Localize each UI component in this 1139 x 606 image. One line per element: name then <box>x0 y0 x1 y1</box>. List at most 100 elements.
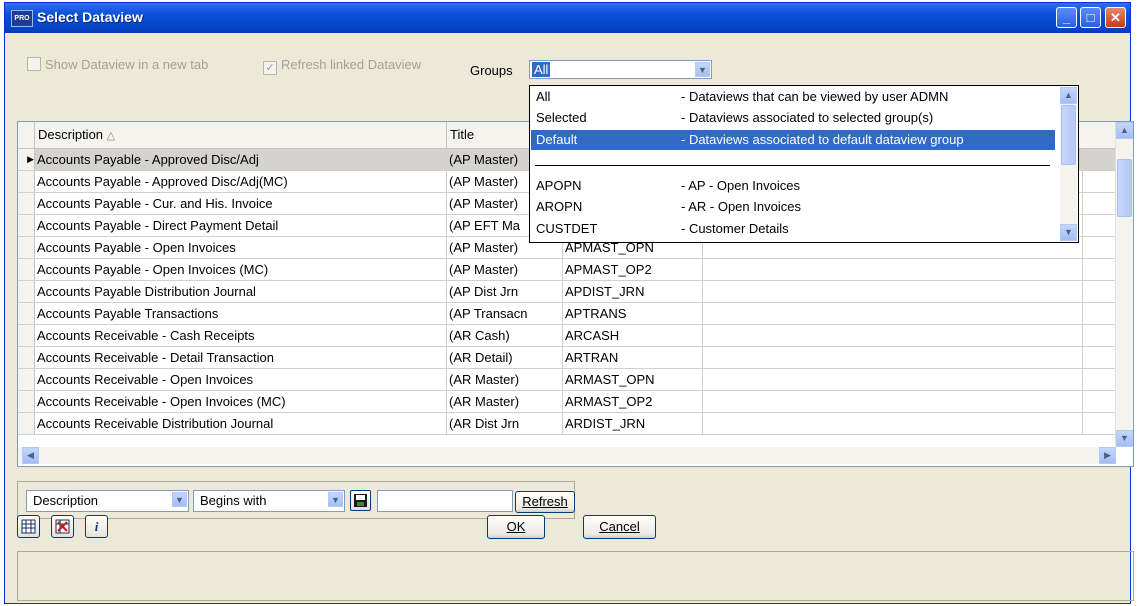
dropdown-item-code: All <box>536 89 551 104</box>
cell-title: (AR Detail) <box>447 347 563 368</box>
scroll-down-icon[interactable]: ▼ <box>1116 430 1133 447</box>
refresh-linked-checkbox[interactable]: ✓ Refresh linked Dataview <box>263 57 421 75</box>
cell-title: (AR Dist Jrn <box>447 413 563 434</box>
maximize-button[interactable]: □ <box>1080 7 1101 28</box>
dropdown-scrollbar[interactable]: ▲ ▼ <box>1060 87 1077 241</box>
cell-extra <box>703 347 1083 368</box>
table-row[interactable]: Accounts Receivable - Open Invoices (MC)… <box>18 391 1116 413</box>
cell-extra <box>703 259 1083 280</box>
dropdown-item-all[interactable]: All - Dataviews that can be viewed by use… <box>531 87 1055 107</box>
grid-horizontal-scrollbar[interactable]: ◀ ▶ <box>18 447 1116 464</box>
scroll-left-icon[interactable]: ◀ <box>22 447 39 464</box>
table-row[interactable]: Accounts Receivable Distribution Journal… <box>18 413 1116 435</box>
close-button[interactable]: ✕ <box>1105 7 1126 28</box>
row-marker <box>18 215 35 236</box>
filter-panel: Description ▼ Begins with ▼ Refresh <box>17 481 575 519</box>
dropdown-item-custdet[interactable]: CUSTDET - Customer Details <box>531 219 1055 239</box>
cell-title: (AR Master) <box>447 391 563 412</box>
table-row[interactable]: Accounts Payable Distribution Journal (AP… <box>18 281 1116 303</box>
cell-description: Accounts Receivable - Open Invoices (MC) <box>35 391 447 412</box>
cell-name: ARDIST_JRN <box>563 413 703 434</box>
cell-description: Accounts Payable Transactions <box>35 303 447 324</box>
dropdown-item-desc: - Customer Details <box>681 221 789 236</box>
dropdown-item-apopn[interactable]: APOPN - AP - Open Invoices <box>531 176 1055 196</box>
dropdown-scroll-thumb[interactable] <box>1061 105 1076 165</box>
cell-extra <box>703 413 1083 434</box>
checkmark-icon: ✓ <box>263 61 277 75</box>
cell-description: Accounts Payable - Open Invoices (MC) <box>35 259 447 280</box>
ok-button[interactable]: OK <box>487 515 545 539</box>
delete-grid-icon <box>55 519 70 534</box>
app-logo-icon: PRO <box>11 10 33 27</box>
minimize-button[interactable]: _ <box>1056 7 1077 28</box>
cell-name: ARMAST_OP2 <box>563 391 703 412</box>
cell-description: Accounts Payable Distribution Journal <box>35 281 447 302</box>
filter-field-select[interactable]: Description ▼ <box>26 490 189 512</box>
cell-title: (AP Master) <box>447 259 563 280</box>
chevron-down-icon[interactable]: ▼ <box>328 492 343 507</box>
groups-dropdown-list: All - Dataviews that can be viewed by use… <box>529 85 1079 243</box>
cell-name: ARTRAN <box>563 347 703 368</box>
cell-name: APMAST_OP2 <box>563 259 703 280</box>
dropdown-item-code: APOPN <box>536 178 582 193</box>
cell-description: Accounts Payable - Cur. and His. Invoice <box>35 193 447 214</box>
cell-extra <box>703 281 1083 302</box>
table-row[interactable]: Accounts Payable - Open Invoices (MC) (AP… <box>18 259 1116 281</box>
show-new-tab-label: Show Dataview in a new tab <box>45 57 209 72</box>
dropdown-separator <box>535 165 1050 166</box>
title-bar[interactable]: PRO Select Dataview _ □ ✕ <box>5 3 1130 33</box>
filter-value-input[interactable] <box>377 490 513 512</box>
maximize-icon: □ <box>1086 10 1095 25</box>
refresh-button[interactable]: Refresh <box>515 491 575 513</box>
info-icon: i <box>94 519 99 534</box>
cell-title: (AR Master) <box>447 369 563 390</box>
cell-extra <box>703 369 1083 390</box>
cell-name: ARCASH <box>563 325 703 346</box>
grid-view-button[interactable] <box>17 515 40 538</box>
refresh-linked-label: Refresh linked Dataview <box>281 57 422 72</box>
scroll-right-icon[interactable]: ▶ <box>1099 447 1116 464</box>
show-new-tab-checkbox[interactable]: Show Dataview in a new tab <box>27 57 208 72</box>
column-header-description-label: Description <box>38 127 104 142</box>
status-bar <box>17 551 1134 601</box>
scroll-down-icon[interactable]: ▼ <box>1060 224 1077 241</box>
dropdown-item-desc: - Dataviews that can be viewed by user A… <box>681 89 949 104</box>
cell-description: Accounts Payable - Approved Disc/Adj <box>35 149 447 170</box>
dropdown-item-desc: - Dataviews associated to default datavi… <box>681 132 964 147</box>
dropdown-item-default[interactable]: Default - Dataviews associated to default… <box>531 130 1055 150</box>
filter-operator-select[interactable]: Begins with ▼ <box>193 490 345 512</box>
info-button[interactable]: i <box>85 515 108 538</box>
groups-label: Groups <box>470 63 513 78</box>
scroll-up-icon[interactable]: ▲ <box>1060 87 1077 104</box>
dropdown-item-selected[interactable]: Selected - Dataviews associated to select… <box>531 108 1055 128</box>
row-marker <box>18 303 35 324</box>
table-row[interactable]: Accounts Receivable - Open Invoices (AR M… <box>18 369 1116 391</box>
filter-operator-value: Begins with <box>200 493 267 508</box>
dropdown-item-aropn[interactable]: AROPN - AR - Open Invoices <box>531 197 1055 217</box>
row-marker <box>18 391 35 412</box>
row-marker-header <box>18 122 35 148</box>
column-header-description[interactable]: Description △ <box>35 122 447 148</box>
close-icon: ✕ <box>1110 10 1121 25</box>
cell-description: Accounts Receivable - Detail Transaction <box>35 347 447 368</box>
cancel-button[interactable]: Cancel <box>583 515 656 539</box>
grid-icon <box>21 519 36 534</box>
refresh-button-label: Refresh <box>522 494 568 509</box>
grid-vertical-scrollbar[interactable]: ▲ ▼ <box>1115 122 1133 447</box>
filter-field-value: Description <box>33 493 99 508</box>
table-row[interactable]: Accounts Payable Transactions (AP Transac… <box>18 303 1116 325</box>
table-row[interactable]: Accounts Receivable - Detail Transaction… <box>18 347 1116 369</box>
groups-select[interactable]: All ▼ <box>529 60 712 79</box>
scroll-thumb[interactable] <box>1117 159 1132 217</box>
row-marker <box>18 325 35 346</box>
cell-name: APDIST_JRN <box>563 281 703 302</box>
dropdown-item-desc: - AP - Open Invoices <box>681 178 800 193</box>
cell-name: APTRANS <box>563 303 703 324</box>
dropdown-item-desc: - Dataviews associated to selected group… <box>681 110 934 125</box>
chevron-down-icon[interactable]: ▼ <box>172 492 187 507</box>
save-filter-button[interactable] <box>350 490 371 511</box>
scroll-up-icon[interactable]: ▲ <box>1116 122 1133 139</box>
table-row[interactable]: Accounts Receivable - Cash Receipts (AR C… <box>18 325 1116 347</box>
chevron-down-icon[interactable]: ▼ <box>695 62 710 77</box>
delete-grid-button[interactable] <box>51 515 74 538</box>
